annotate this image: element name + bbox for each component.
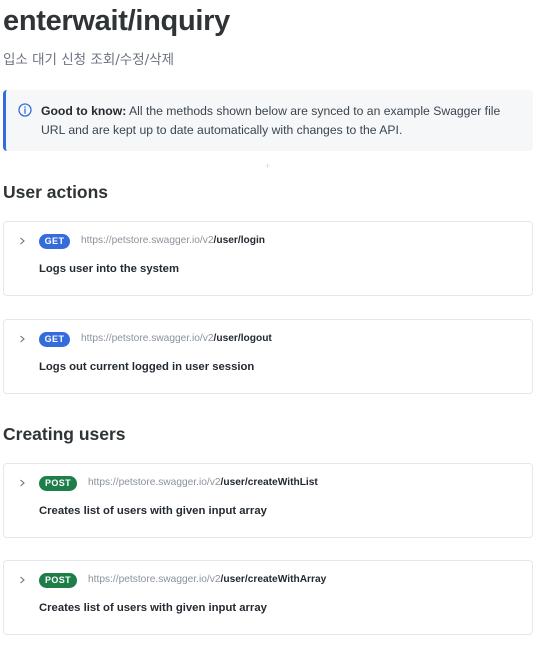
hint-label: Good to know: <box>41 104 127 118</box>
chevron-right-icon[interactable] <box>18 479 26 487</box>
endpoint-path: /user/createWithList <box>220 477 318 488</box>
endpoint-card-user-logout[interactable]: GET https://petstore.swagger.io/v2/user/… <box>3 319 533 394</box>
endpoint-base-url: https://petstore.swagger.io/v2 <box>88 477 221 488</box>
endpoint-url: https://petstore.swagger.io/v2/user/crea… <box>88 574 326 585</box>
endpoint-url: https://petstore.swagger.io/v2/user/crea… <box>88 477 318 488</box>
good-to-know-hint: Good to know: All the methods shown belo… <box>3 90 533 151</box>
endpoint-description: Logs user into the system <box>39 263 179 275</box>
info-icon <box>18 103 32 117</box>
method-badge-get: GET <box>39 332 70 347</box>
page: enterwait/inquiry 입소 대기 신청 조회/수정/삭제 Good… <box>0 0 539 658</box>
endpoint-path: /user/createWithArray <box>220 574 327 585</box>
page-subtitle: 입소 대기 신청 조회/수정/삭제 <box>3 52 175 68</box>
endpoint-base-url: https://petstore.swagger.io/v2 <box>81 235 214 246</box>
method-badge-post: POST <box>39 573 77 588</box>
endpoint-description: Logs out current logged in user session <box>39 361 255 373</box>
chevron-right-icon[interactable] <box>18 335 26 343</box>
chevron-right-icon[interactable] <box>18 237 26 245</box>
endpoint-description: Creates list of users with given input a… <box>39 505 267 517</box>
endpoint-base-url: https://petstore.swagger.io/v2 <box>88 574 221 585</box>
endpoint-card-user-login[interactable]: GET https://petstore.swagger.io/v2/user/… <box>3 221 533 296</box>
section-title-creating-users: Creating users <box>3 424 126 444</box>
endpoint-card-create-with-array[interactable]: POST https://petstore.swagger.io/v2/user… <box>3 560 533 635</box>
endpoint-url: https://petstore.swagger.io/v2/user/logo… <box>81 333 272 344</box>
chevron-right-icon[interactable] <box>18 576 26 584</box>
endpoint-description: Creates list of users with given input a… <box>39 602 267 614</box>
endpoint-path: /user/logout <box>213 333 272 344</box>
endpoint-base-url: https://petstore.swagger.io/v2 <box>81 333 214 344</box>
page-title: enterwait/inquiry <box>3 5 230 37</box>
cursor-plus-icon: + <box>265 161 271 171</box>
section-title-user-actions: User actions <box>3 182 109 202</box>
endpoint-url: https://petstore.swagger.io/v2/user/logi… <box>81 235 265 246</box>
endpoint-card-create-with-list[interactable]: POST https://petstore.swagger.io/v2/user… <box>3 463 533 538</box>
method-badge-get: GET <box>39 234 70 249</box>
method-badge-post: POST <box>39 476 77 491</box>
endpoint-path: /user/login <box>213 235 266 246</box>
